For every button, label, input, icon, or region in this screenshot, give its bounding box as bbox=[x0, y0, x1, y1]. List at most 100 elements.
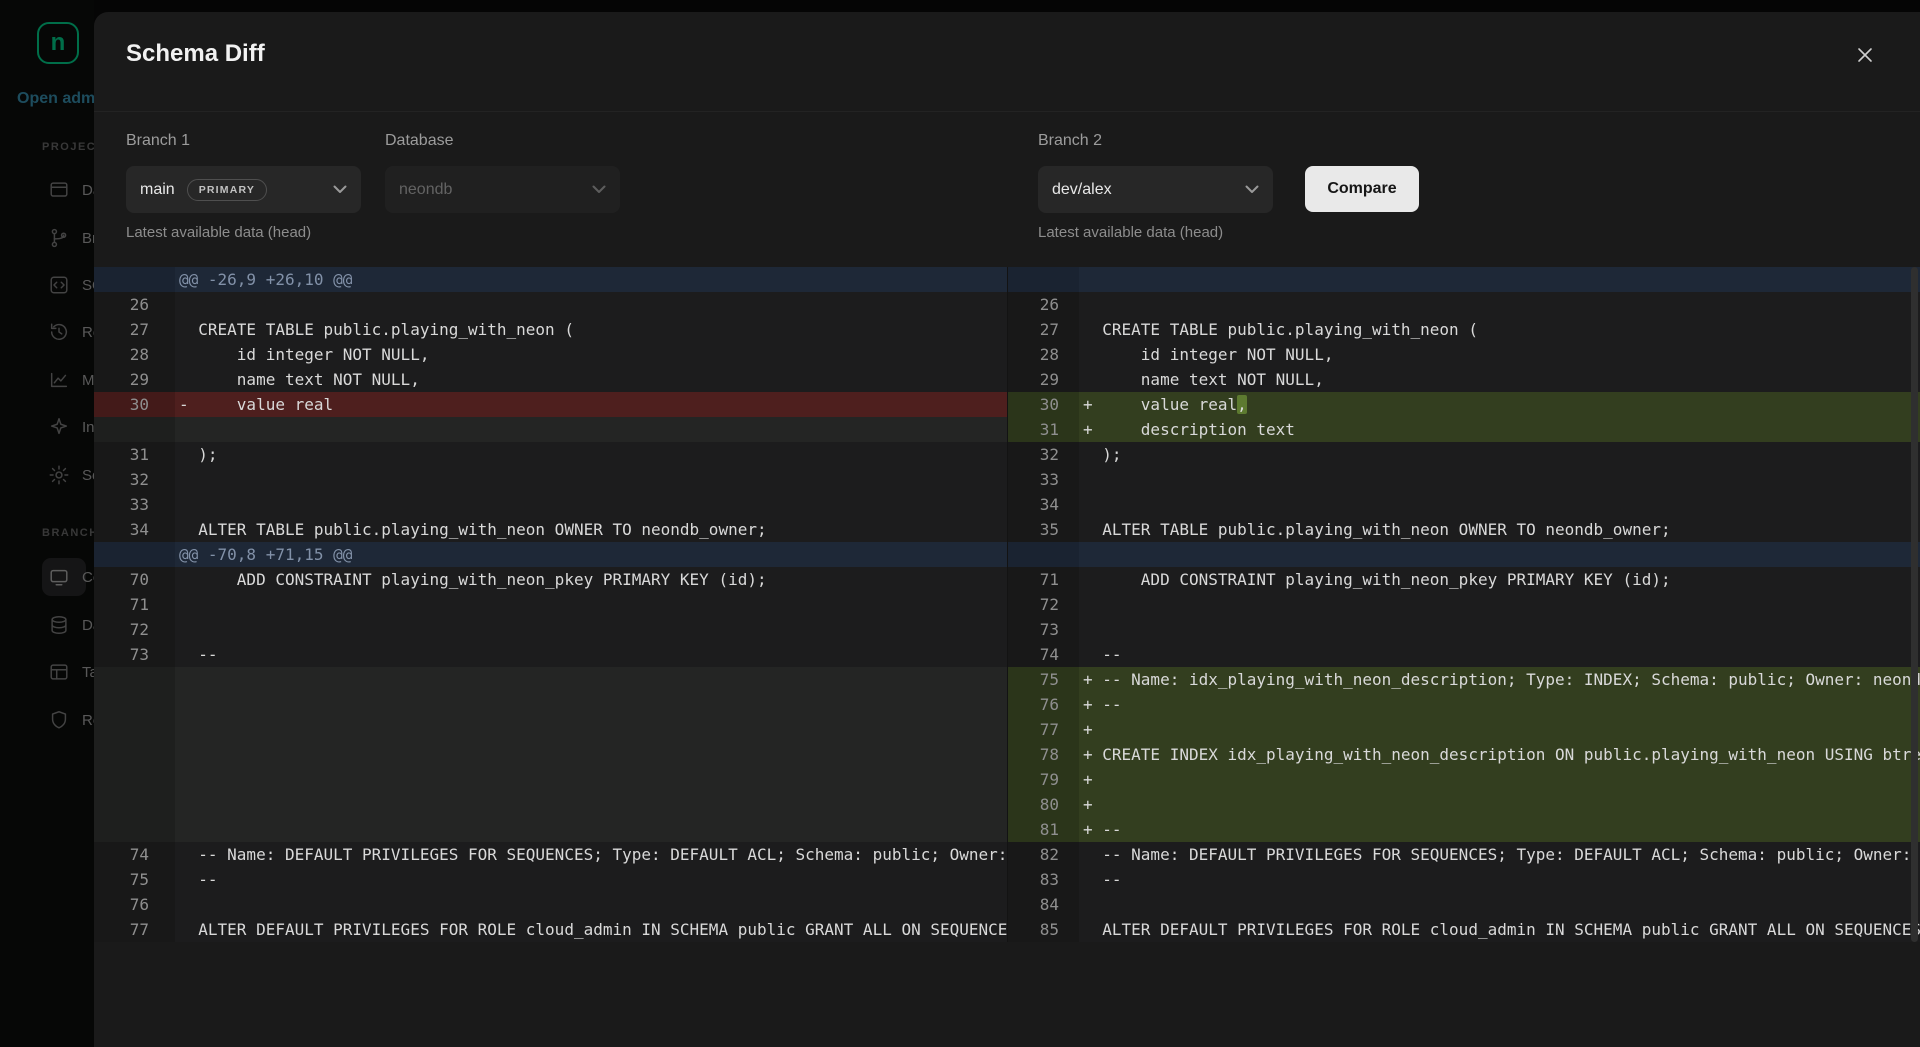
code-line: @@ -70,8 +71,15 @@ bbox=[175, 542, 1007, 567]
branch2-select-value: dev/alex bbox=[1052, 181, 1112, 199]
code-line: -- bbox=[175, 867, 1007, 892]
code-line: + bbox=[1079, 767, 1920, 792]
diff-sign bbox=[179, 292, 198, 317]
line-number: 27 bbox=[94, 317, 175, 342]
diff-sign bbox=[1083, 592, 1102, 617]
header-divider bbox=[94, 111, 1920, 112]
line-number: 29 bbox=[1008, 367, 1079, 392]
code-line: -- Name: DEFAULT PRIVILEGES FOR SEQUENCE… bbox=[1079, 842, 1920, 867]
diff-added-row: 76+-- bbox=[1008, 692, 1920, 717]
line-number bbox=[94, 542, 175, 567]
diff-sign bbox=[1083, 517, 1102, 542]
line-number: 73 bbox=[1008, 617, 1079, 642]
diff-context-row: 75 -- bbox=[94, 867, 1007, 892]
diff-sign: + bbox=[1083, 417, 1102, 442]
code-line: name text NOT NULL, bbox=[175, 367, 1007, 392]
diff-sign bbox=[179, 567, 198, 592]
diff-sign bbox=[179, 517, 198, 542]
diff-sign: + bbox=[1083, 767, 1102, 792]
diff-sign bbox=[1083, 642, 1102, 667]
diff-context-row: 72 bbox=[1008, 592, 1920, 617]
diff-sign bbox=[1083, 342, 1102, 367]
diff-context-row: 29 name text NOT NULL, bbox=[1008, 367, 1920, 392]
diff-deleted-row: 30- value real bbox=[94, 392, 1007, 417]
diff-pane-branch2: 26 27 CREATE TABLE public.playing_with_n… bbox=[1007, 267, 1920, 942]
line-number bbox=[94, 767, 175, 792]
diff-sign bbox=[179, 617, 198, 642]
diff-context-row: 34 bbox=[1008, 492, 1920, 517]
diff-scrollbar[interactable] bbox=[1911, 267, 1918, 942]
diff-added-row: 81+-- bbox=[1008, 817, 1920, 842]
line-number: 81 bbox=[1008, 817, 1079, 842]
code-line bbox=[175, 667, 1007, 692]
line-number: 75 bbox=[94, 867, 175, 892]
line-number: 72 bbox=[1008, 592, 1079, 617]
close-button[interactable] bbox=[1850, 40, 1880, 70]
line-number: 33 bbox=[1008, 467, 1079, 492]
code-line bbox=[1079, 592, 1920, 617]
line-number: 33 bbox=[94, 492, 175, 517]
line-number: 71 bbox=[94, 592, 175, 617]
diff-context-row: 31 ); bbox=[94, 442, 1007, 467]
code-line: + value real, bbox=[1079, 392, 1920, 417]
code-line: -- Name: DEFAULT PRIVILEGES FOR SEQUENCE… bbox=[175, 842, 1007, 867]
line-number bbox=[94, 742, 175, 767]
diff-sign bbox=[1083, 867, 1102, 892]
line-number: 76 bbox=[94, 892, 175, 917]
diff-sign: + bbox=[1083, 667, 1102, 692]
diff-context-row: 71 bbox=[94, 592, 1007, 617]
diff-context-row: 74 -- bbox=[1008, 642, 1920, 667]
diff-added-row: 77+ bbox=[1008, 717, 1920, 742]
branch1-select[interactable]: main PRIMARY bbox=[126, 166, 361, 213]
diff-filler-row bbox=[94, 767, 1007, 792]
code-line: +-- bbox=[1079, 692, 1920, 717]
line-number: 82 bbox=[1008, 842, 1079, 867]
line-number bbox=[94, 667, 175, 692]
line-number: 80 bbox=[1008, 792, 1079, 817]
diff-sign: + bbox=[1083, 692, 1102, 717]
code-line: +-- bbox=[1079, 817, 1920, 842]
branch2-select[interactable]: dev/alex bbox=[1038, 166, 1273, 213]
diff-sign bbox=[1083, 467, 1102, 492]
diff-filler-row bbox=[94, 717, 1007, 742]
diff-sign bbox=[1083, 567, 1102, 592]
diff-filler-row bbox=[94, 667, 1007, 692]
line-number bbox=[94, 417, 175, 442]
code-line bbox=[175, 417, 1007, 442]
code-line bbox=[175, 592, 1007, 617]
code-line: ); bbox=[175, 442, 1007, 467]
database-select[interactable]: neondb bbox=[385, 166, 620, 213]
database-label: Database bbox=[385, 132, 454, 150]
code-line: ); bbox=[1079, 442, 1920, 467]
line-number bbox=[94, 817, 175, 842]
diff-sign bbox=[179, 367, 198, 392]
line-number: 83 bbox=[1008, 867, 1079, 892]
compare-button[interactable]: Compare bbox=[1305, 166, 1419, 212]
diff-sign bbox=[1083, 492, 1102, 517]
inline-change-highlight: , bbox=[1237, 395, 1247, 414]
code-line bbox=[1079, 892, 1920, 917]
diff-sign: + bbox=[1083, 792, 1102, 817]
diff-added-row: 30+ value real, bbox=[1008, 392, 1920, 417]
diff-sign bbox=[179, 442, 198, 467]
code-line: id integer NOT NULL, bbox=[1079, 342, 1920, 367]
diff-context-row: 76 bbox=[94, 892, 1007, 917]
code-line: CREATE TABLE public.playing_with_neon ( bbox=[1079, 317, 1920, 342]
line-number: 75 bbox=[1008, 667, 1079, 692]
line-number: 32 bbox=[1008, 442, 1079, 467]
code-line: + bbox=[1079, 717, 1920, 742]
code-line bbox=[175, 692, 1007, 717]
line-number bbox=[94, 792, 175, 817]
diff-added-row: 80+ bbox=[1008, 792, 1920, 817]
line-number: 84 bbox=[1008, 892, 1079, 917]
diff-sign bbox=[179, 467, 198, 492]
line-number: 78 bbox=[1008, 742, 1079, 767]
modal-title: Schema Diff bbox=[126, 40, 265, 68]
branch1-data-caption: Latest available data (head) bbox=[126, 224, 311, 241]
branch2-label: Branch 2 bbox=[1038, 132, 1102, 150]
branch1-select-value: main bbox=[140, 181, 175, 199]
diff-added-row: 31+ description text bbox=[1008, 417, 1920, 442]
code-line: -- bbox=[175, 642, 1007, 667]
diff-sign bbox=[179, 892, 198, 917]
diff-added-row: 78+CREATE INDEX idx_playing_with_neon_de… bbox=[1008, 742, 1920, 767]
